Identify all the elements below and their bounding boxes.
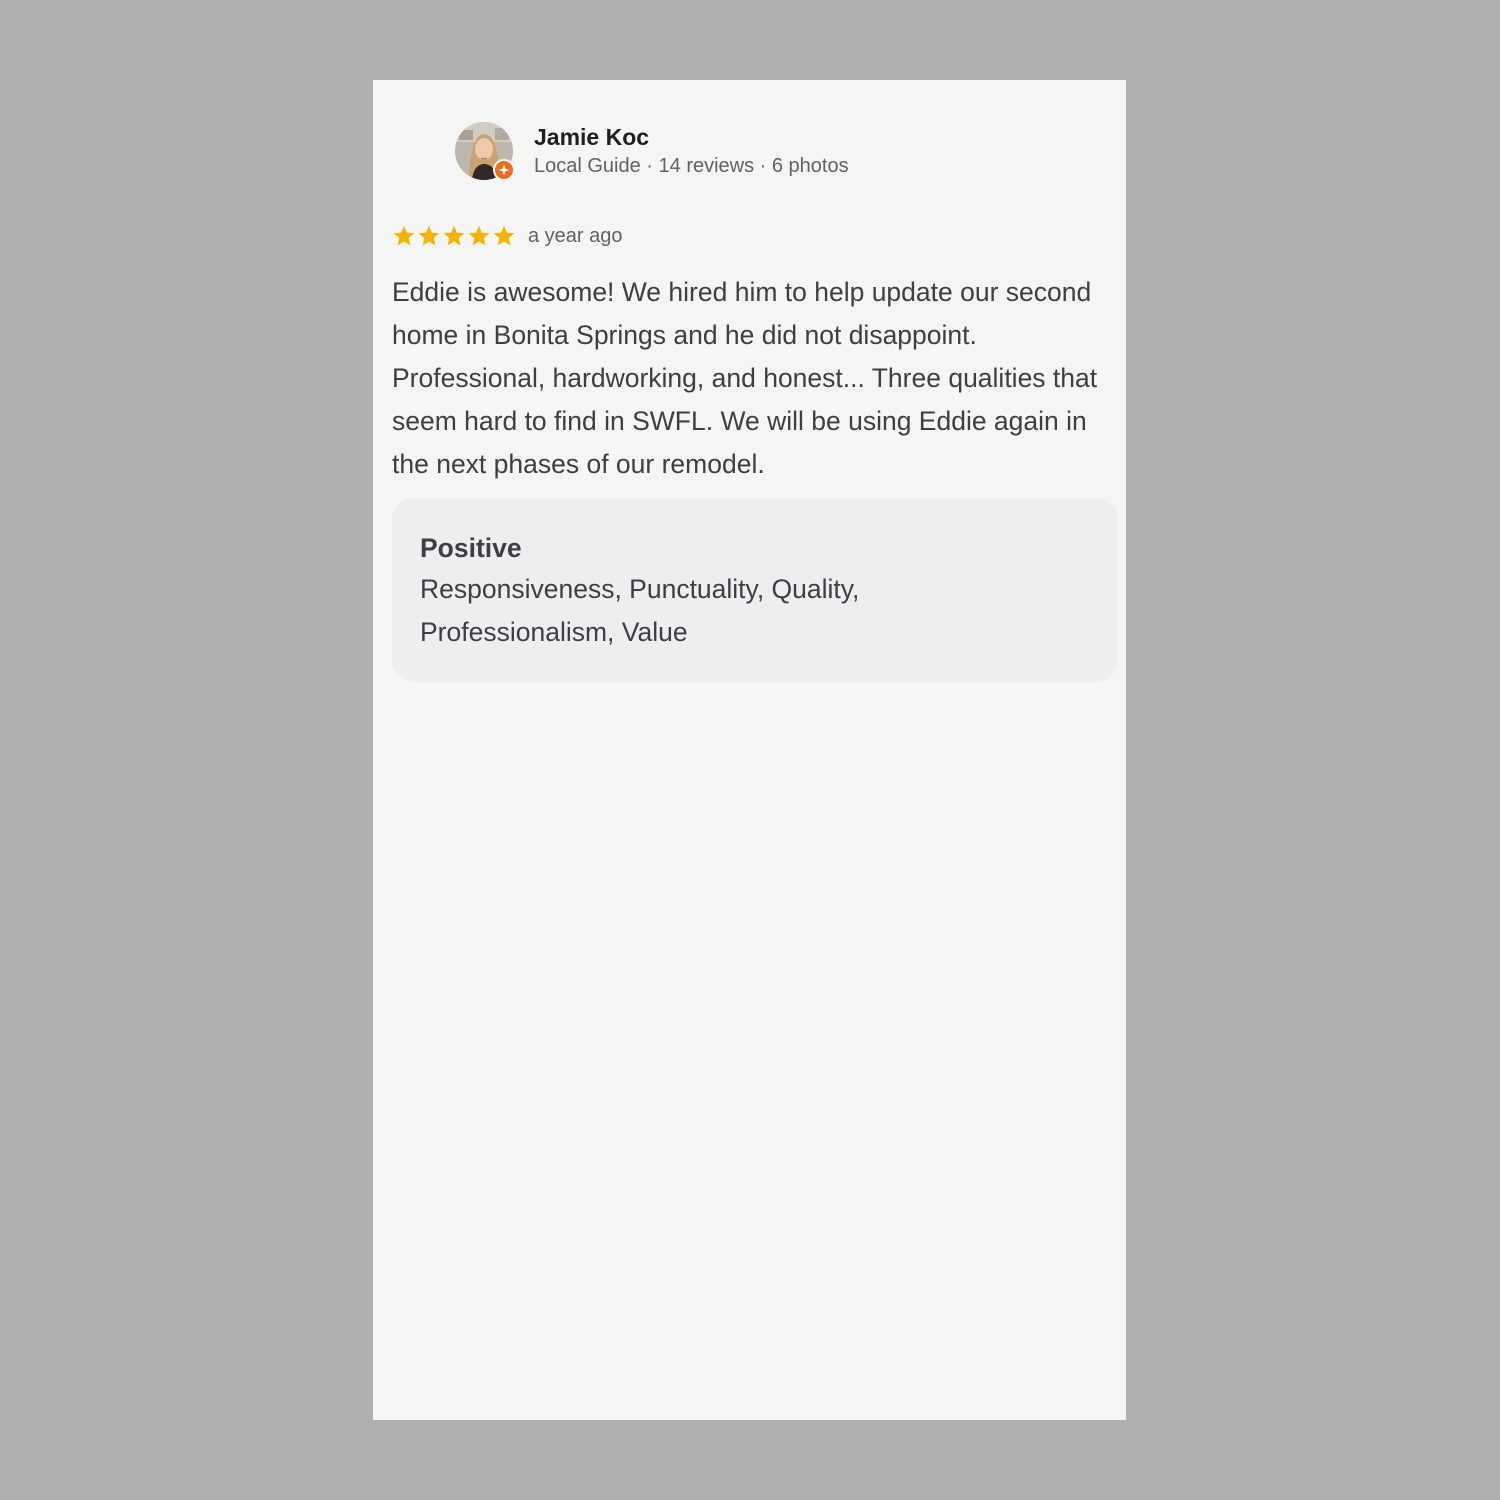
rating-row: a year ago: [392, 221, 623, 251]
reviewer-info: Jamie Koc Local Guide · 14 reviews · 6 p…: [534, 122, 849, 180]
review-attributes: Positive Responsiveness, Punctuality, Qu…: [392, 498, 1118, 682]
star-icon: [468, 225, 490, 246]
star-rating: [392, 224, 516, 248]
avatar[interactable]: [455, 122, 515, 181]
attribute-title: Positive: [420, 533, 522, 563]
star-icon: [418, 225, 440, 246]
star-icon: [493, 225, 515, 246]
reviewer-meta: Local Guide · 14 reviews · 6 photos: [534, 155, 849, 177]
review-time: a year ago: [528, 225, 623, 247]
reviewer-header: Jamie Koc Local Guide · 14 reviews · 6 p…: [455, 122, 849, 181]
star-icon: [443, 225, 465, 246]
local-guide-badge-icon: [493, 159, 515, 181]
review-text: Eddie is awesome! We hired him to help u…: [392, 277, 1098, 479]
review-card: Jamie Koc Local Guide · 14 reviews · 6 p…: [373, 80, 1126, 1420]
star-icon: [393, 225, 415, 246]
reviewer-name[interactable]: Jamie Koc: [534, 122, 849, 152]
attribute-values: Responsiveness, Punctuality, Quality, Pr…: [420, 574, 860, 647]
